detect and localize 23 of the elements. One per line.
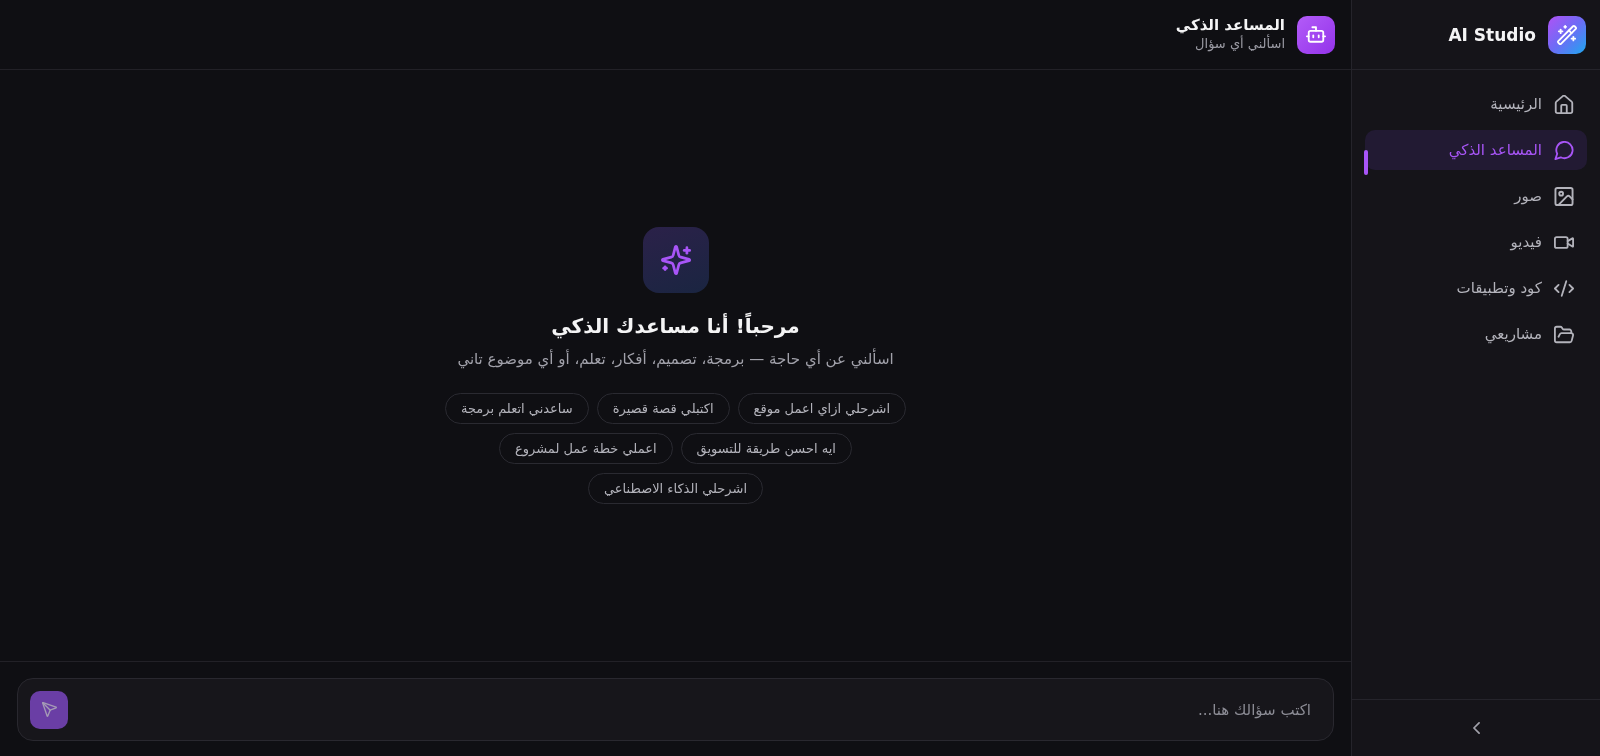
send-icon [41, 702, 57, 717]
nav-item[interactable]: المساعد الذكي [1365, 130, 1587, 170]
home-icon [1554, 94, 1574, 114]
chat-title: المساعد الذكي [1175, 16, 1285, 34]
nav-item[interactable]: كود وتطبيقات [1365, 268, 1587, 308]
sparkle-icon [642, 227, 709, 293]
folder-icon [1554, 324, 1574, 344]
logo-icon [1548, 15, 1586, 54]
robot-icon [1297, 15, 1335, 54]
chat-subtitle: اسألني أي سؤال [1195, 35, 1285, 53]
chevron-left-icon[interactable] [1472, 722, 1480, 734]
nav-item[interactable]: صور [1365, 176, 1587, 216]
nav-item[interactable]: مشاريعي [1365, 314, 1587, 354]
welcome-subtitle: اسألني عن أي حاجة — برمجة، تصميم، أفكار، تعلم، أو أي موضوع تاني [457, 349, 894, 369]
message-input[interactable]: اكتب سؤالك هنا... [17, 678, 1334, 741]
nav-item[interactable]: الرئيسية [1365, 84, 1587, 124]
image-icon [1554, 186, 1574, 206]
selection-indicator [1364, 150, 1368, 175]
welcome-title: مرحباً! أنا مساعدك الذكي [551, 313, 800, 339]
app-title: AI Studio [1448, 24, 1536, 45]
nav-item[interactable]: فيديو [1365, 222, 1587, 262]
code-icon [1554, 278, 1574, 298]
chat-bubble-icon [1554, 140, 1574, 160]
